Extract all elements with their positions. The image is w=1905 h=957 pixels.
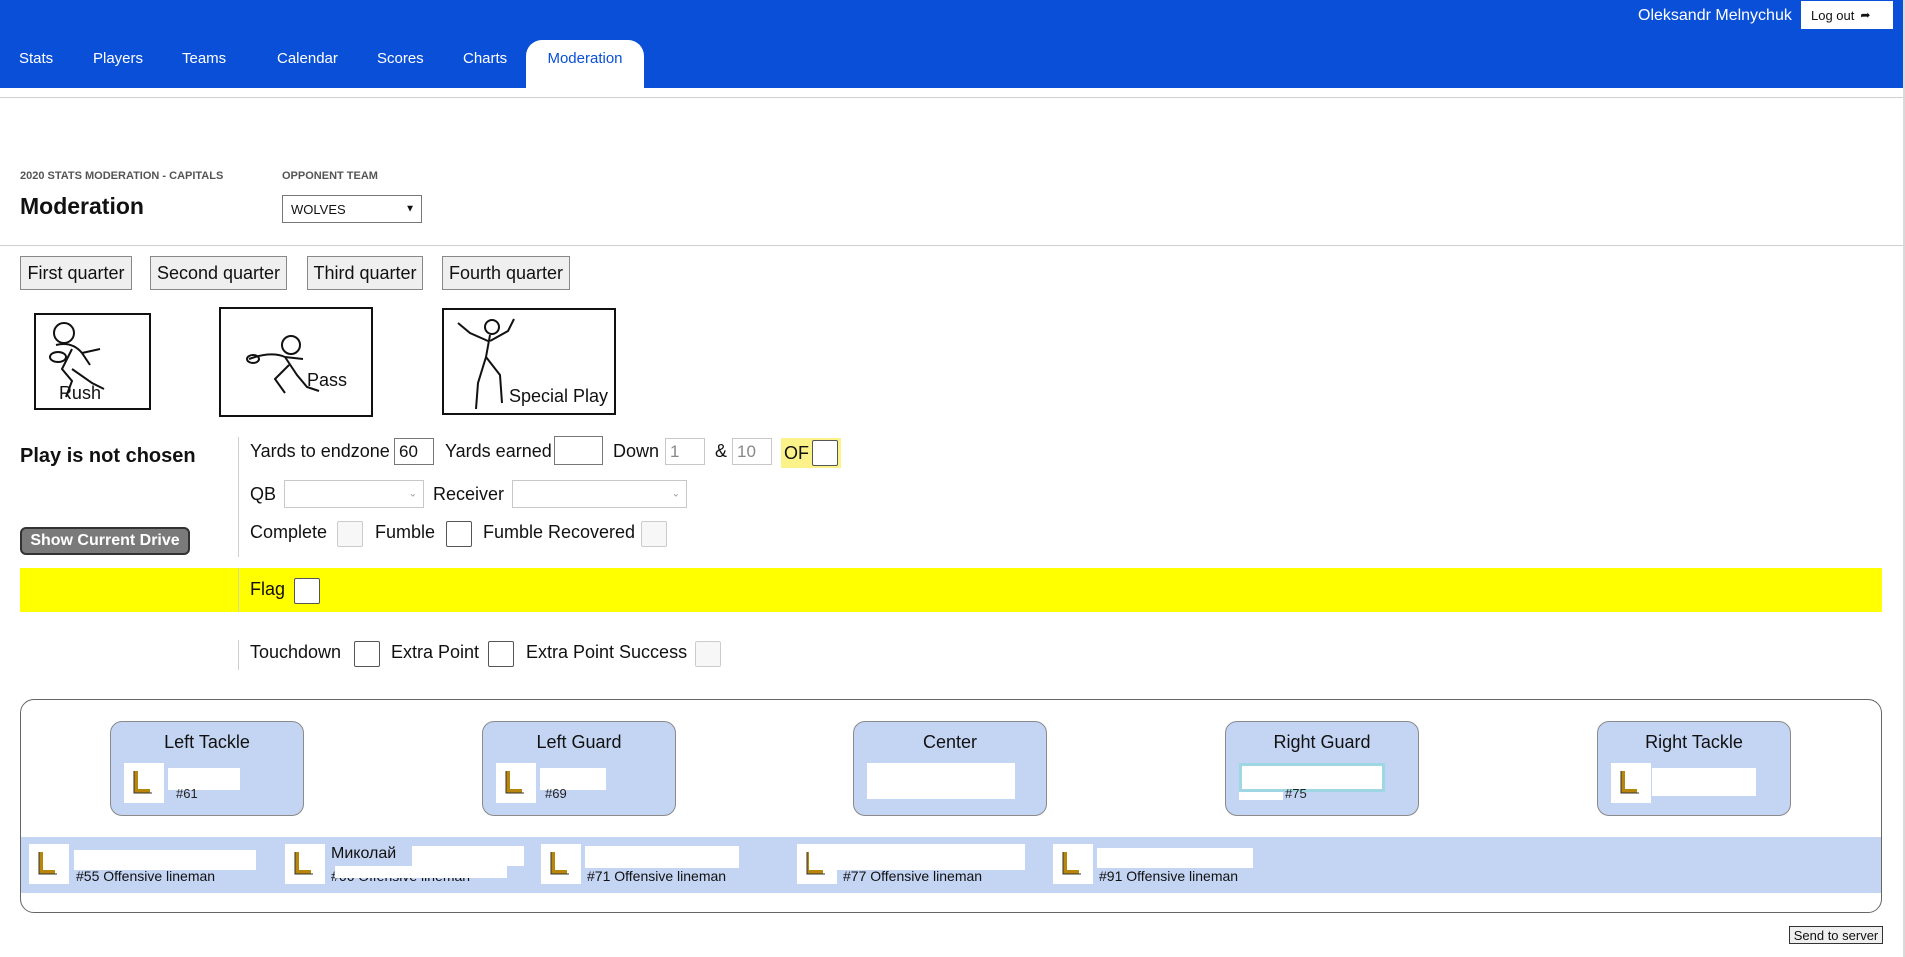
section-label: 2020 STATS MODERATION - CAPITALS bbox=[20, 170, 224, 182]
of-label: OF bbox=[784, 443, 809, 463]
fumble-recovered-checkbox[interactable] bbox=[641, 521, 667, 547]
section-divider bbox=[0, 245, 1903, 246]
chevron-down-icon: ⌄ bbox=[408, 488, 417, 500]
rush-play-button[interactable]: Rush bbox=[34, 313, 151, 410]
header-divider bbox=[0, 97, 1903, 98]
redacted-overlay bbox=[335, 866, 507, 878]
bench-player-desc[interactable]: #77 Offensive lineman bbox=[843, 868, 982, 884]
opponent-label: OPPONENT TEAM bbox=[282, 170, 378, 182]
redacted-player-name bbox=[1097, 848, 1253, 868]
extra-point-success-checkbox[interactable] bbox=[695, 641, 721, 667]
user-name: Oleksandr Melnychuk bbox=[1638, 7, 1792, 24]
fumble-recovered-label: Fumble Recovered bbox=[483, 522, 636, 542]
distance-input[interactable]: 10 bbox=[732, 438, 772, 465]
special-play-button[interactable]: Special Play bbox=[442, 308, 616, 415]
show-current-drive-button[interactable]: Show Current Drive bbox=[20, 527, 190, 555]
of-checkbox[interactable] bbox=[812, 440, 838, 466]
player-number: #69 bbox=[545, 786, 567, 801]
player-avatar-icon[interactable] bbox=[1053, 844, 1093, 884]
player-avatar-icon[interactable] bbox=[29, 844, 69, 884]
tab-teams[interactable]: Teams bbox=[182, 50, 226, 67]
opponent-value: WOLVES bbox=[291, 201, 346, 217]
tab-scores[interactable]: Scores bbox=[377, 50, 424, 67]
position-title: Left Guard bbox=[536, 732, 622, 752]
player-number: #75 bbox=[1285, 786, 1307, 801]
tab-stats[interactable]: Stats bbox=[19, 50, 53, 67]
player-number: #61 bbox=[176, 786, 198, 801]
player-search-input[interactable] bbox=[1239, 763, 1385, 792]
position-title: Left Tackle bbox=[164, 732, 250, 752]
redacted-player-name bbox=[412, 846, 524, 866]
yards-to-endzone-label: Yards to endzone bbox=[250, 441, 390, 461]
receiver-label: Receiver bbox=[433, 484, 505, 504]
special-play-label: Special Play bbox=[508, 386, 608, 406]
tab-calendar[interactable]: Calendar bbox=[277, 50, 338, 67]
fumble-checkbox[interactable] bbox=[446, 521, 472, 547]
redacted-player-card bbox=[867, 763, 1015, 799]
complete-checkbox[interactable] bbox=[337, 521, 363, 547]
fumble-label: Fumble bbox=[375, 522, 436, 542]
touchdown-label: Touchdown bbox=[250, 642, 342, 662]
yards-earned-input[interactable] bbox=[554, 436, 603, 465]
logout-label: Log out bbox=[1811, 7, 1855, 23]
opponent-select[interactable]: WOLVES ▼ bbox=[282, 195, 422, 223]
player-avatar-icon bbox=[496, 763, 536, 803]
extra-point-label: Extra Point bbox=[391, 642, 480, 662]
tab-moderation[interactable]: Moderation bbox=[526, 40, 644, 88]
third-quarter-button[interactable]: Third quarter bbox=[307, 256, 423, 290]
page-title: Moderation bbox=[20, 193, 144, 219]
logout-button[interactable]: Log out ➦ bbox=[1801, 1, 1893, 29]
position-title: Right Guard bbox=[1273, 732, 1371, 752]
pass-play-button[interactable]: Pass bbox=[219, 307, 373, 417]
form-divider bbox=[238, 437, 239, 557]
send-to-server-button[interactable]: Send to server bbox=[1789, 926, 1883, 944]
receiver-select[interactable]: ⌄ bbox=[512, 480, 687, 508]
flag-checkbox[interactable] bbox=[294, 578, 320, 604]
rush-label: Rush bbox=[58, 383, 101, 403]
extra-point-success-label: Extra Point Success bbox=[526, 642, 688, 662]
extra-point-checkbox[interactable] bbox=[488, 641, 514, 667]
flag-divider bbox=[238, 568, 239, 612]
tab-charts[interactable]: Charts bbox=[463, 50, 507, 67]
bench-player-desc[interactable]: #91 Offensive lineman bbox=[1099, 868, 1238, 884]
position-title: Center bbox=[922, 732, 978, 752]
redacted-player-name bbox=[809, 844, 1025, 870]
and-separator: & bbox=[715, 441, 728, 461]
player-avatar-icon bbox=[124, 763, 164, 803]
redacted-player-name bbox=[74, 850, 256, 870]
yards-earned-label: Yards earned bbox=[445, 441, 552, 461]
first-quarter-button[interactable]: First quarter bbox=[20, 256, 132, 290]
bench-player-desc[interactable]: #55 Offensive lineman bbox=[76, 868, 215, 884]
yards-to-endzone-input[interactable]: 60 bbox=[394, 438, 434, 465]
redacted-player-name bbox=[585, 846, 739, 868]
down-label: Down bbox=[613, 441, 660, 461]
player-avatar-icon bbox=[1611, 763, 1651, 803]
complete-label: Complete bbox=[250, 522, 328, 542]
redacted-player-name bbox=[1652, 768, 1756, 796]
chevron-down-icon: ⌄ bbox=[671, 488, 680, 500]
position-title: Right Tackle bbox=[1645, 732, 1743, 752]
player-avatar-icon[interactable] bbox=[285, 844, 325, 884]
qb-select[interactable]: ⌄ bbox=[284, 480, 424, 508]
bench-player-name[interactable]: Миколай bbox=[331, 845, 396, 863]
flag-label: Flag bbox=[250, 579, 286, 599]
fourth-quarter-button[interactable]: Fourth quarter bbox=[442, 256, 570, 290]
play-status: Play is not chosen bbox=[20, 445, 196, 467]
top-navigation-bar bbox=[0, 0, 1903, 88]
chevron-down-icon: ▼ bbox=[405, 203, 415, 215]
form-divider-lower bbox=[238, 640, 239, 670]
second-quarter-button[interactable]: Second quarter bbox=[150, 256, 287, 290]
player-avatar-icon[interactable] bbox=[541, 844, 581, 884]
pass-label: Pass bbox=[306, 370, 347, 390]
down-input[interactable]: 1 bbox=[665, 438, 705, 465]
bench-player-desc[interactable]: #71 Offensive lineman bbox=[587, 868, 726, 884]
logout-arrow-icon: ➦ bbox=[1860, 8, 1871, 22]
touchdown-checkbox[interactable] bbox=[354, 641, 380, 667]
tab-players[interactable]: Players bbox=[93, 50, 143, 67]
qb-label: QB bbox=[250, 484, 277, 504]
